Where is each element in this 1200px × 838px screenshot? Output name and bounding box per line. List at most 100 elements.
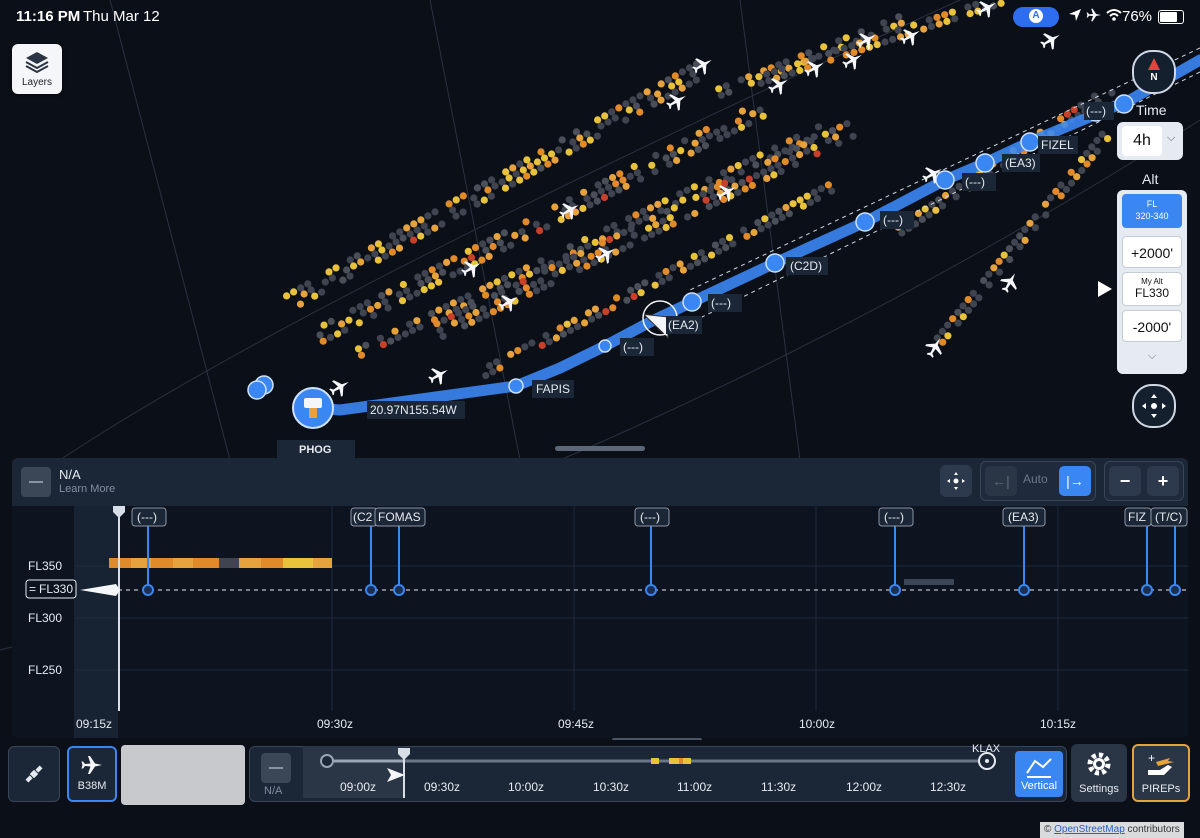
learn-more-link[interactable]: Learn More (59, 483, 115, 495)
turbulence-cell (409, 326, 417, 335)
turbulence-cell (339, 276, 347, 284)
airplane-icon (81, 756, 102, 774)
turbulence-cell (573, 323, 582, 331)
my-alt-button[interactable]: My Alt FL330 (1122, 272, 1182, 306)
turbulence-cell (482, 311, 490, 319)
turbulence-cell (530, 168, 538, 176)
turbulence-cell (374, 301, 382, 310)
turbulence-cell (609, 173, 617, 182)
turbulence-cell (498, 178, 506, 186)
collapse-button[interactable] (21, 467, 51, 497)
time-label: Time (1136, 102, 1167, 118)
airport-label[interactable]: PHOG (299, 444, 331, 456)
profile-chart[interactable]: (---) (C2 FOMAS (---) (---) (EA3) FIZ (T… (12, 506, 1188, 738)
turbulence-cell (752, 172, 761, 180)
turbulence-cell (454, 309, 463, 317)
fl-range-button[interactable]: FL 320-340 (1122, 194, 1182, 228)
current-fl-label: FL330 (39, 582, 73, 596)
openstreetmap-link[interactable]: OpenStreetMap (1054, 824, 1125, 835)
turbulence-cell (676, 190, 684, 198)
turbulence-cell (632, 102, 641, 110)
turbulence-cell (678, 68, 687, 76)
plus-2000-button[interactable]: +2000' (1122, 236, 1182, 268)
panel-drag-handle[interactable] (555, 446, 645, 451)
turbulence-cell (813, 150, 821, 158)
turbulence-cell (525, 290, 534, 298)
turbulence-cell (648, 161, 656, 169)
vertical-view-button[interactable]: Vertical (1015, 751, 1063, 797)
auto-label[interactable]: Auto (1023, 472, 1048, 486)
turbulence-cell (848, 42, 856, 50)
turbulence-cell (750, 228, 758, 237)
turbulence-cell (551, 203, 559, 211)
time-tick-label: 09:45z (558, 717, 594, 731)
turbulence-cell (670, 204, 678, 212)
turbulence-cell (665, 274, 673, 282)
turbulence-cell (785, 137, 793, 145)
satellite-button[interactable] (8, 746, 60, 802)
turbulence-cell (523, 172, 531, 180)
timeline-tick: 11:00z (677, 780, 712, 794)
turbulence-cell (691, 209, 699, 218)
scroll-left-button[interactable]: ←| (985, 466, 1017, 496)
turbulence-cell (488, 176, 496, 184)
turbulence-cell (706, 186, 714, 194)
waypoint-label: (---) (883, 213, 903, 227)
turbulence-cell (533, 267, 541, 275)
zoom-in-button[interactable]: + (1147, 466, 1179, 496)
turbulence-cell (341, 326, 349, 334)
flight-timeline[interactable]: KLAX 09:00z 09:30z 10:00z 10:30z 11:00z … (249, 740, 1009, 802)
turbulence-cell (551, 270, 559, 278)
chevron-down-icon[interactable]: ⌵ (1117, 350, 1187, 363)
turbulence-cell (610, 221, 618, 230)
time-select[interactable]: 4h ⌵ (1117, 122, 1183, 160)
recenter-button[interactable] (1132, 384, 1176, 428)
turbulence-cell (327, 317, 335, 325)
settings-button[interactable]: Settings (1071, 744, 1127, 802)
turbulence-cell (457, 295, 465, 304)
turbulence-cell (388, 248, 396, 256)
fit-view-button[interactable] (940, 465, 972, 497)
layers-button[interactable]: Layers (12, 44, 62, 94)
turbulence-strip (109, 558, 332, 568)
turbulence-cell (480, 196, 488, 204)
attribution-prefix: © (1044, 824, 1052, 835)
minus-2000-button[interactable]: -2000' (1122, 310, 1182, 342)
vertical-profile-panel: N/A Learn More ←| Auto |→ − + (---) (C2 … (12, 458, 1188, 738)
turbulence-cell (521, 343, 529, 351)
turbulence-cell (406, 230, 414, 238)
turbulence-cell (357, 258, 365, 266)
zoom-out-button[interactable]: − (1109, 466, 1141, 496)
turbulence-cell (626, 241, 634, 249)
aircraft-button[interactable]: B38M (67, 746, 117, 802)
turbulence-cell (354, 345, 363, 353)
turbulence-cell (1093, 136, 1101, 145)
turbulence-cell (821, 130, 830, 138)
turbulence-cell (493, 233, 501, 241)
status-bar: 11:16 PM Thu Mar 12 A 76% (0, 0, 1200, 32)
turbulence-cell (586, 201, 594, 209)
turbulence-cell (533, 287, 541, 295)
profile-waypoint: (T/C) (1155, 510, 1182, 524)
turbulence-cell (633, 169, 642, 177)
coord-label: 20.97N155.54W (370, 403, 457, 417)
pireps-button[interactable]: + PIREPs (1132, 744, 1190, 802)
turbulence-cell (761, 215, 769, 223)
compass-button[interactable]: N (1132, 50, 1176, 94)
turbulence-cell (640, 234, 649, 242)
turbulence-cell (785, 148, 794, 156)
turbulence-cell (450, 319, 458, 327)
turbulence-cell (827, 56, 835, 64)
turbulence-cell (678, 84, 686, 92)
turbulence-cell (690, 183, 699, 191)
turbulence-cell (427, 282, 435, 290)
turbulence-cell (338, 320, 346, 328)
turbulence-cell (1031, 224, 1039, 232)
turbulence-cell (709, 193, 717, 201)
svg-text:+: + (1148, 751, 1155, 765)
time-tick-label: 10:00z (799, 717, 835, 731)
scroll-right-button[interactable]: |→ (1059, 466, 1091, 496)
turbulence-cell (363, 299, 371, 307)
turbulence-cell (445, 200, 453, 208)
turbulence-cell (747, 79, 755, 87)
